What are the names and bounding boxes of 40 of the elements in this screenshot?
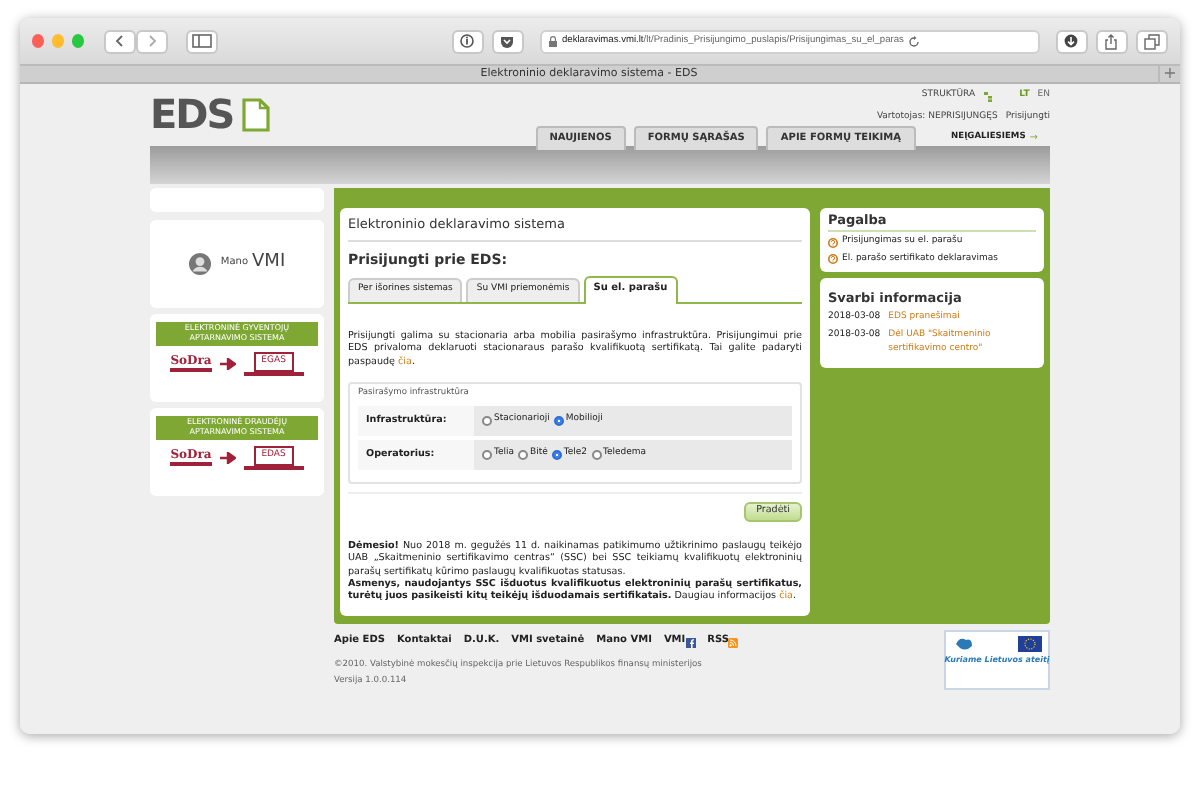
info-button[interactable] bbox=[451, 29, 484, 53]
laptop-base bbox=[243, 372, 304, 377]
tabs-button[interactable] bbox=[1135, 29, 1168, 53]
rss-icon[interactable] bbox=[728, 637, 739, 648]
back-button[interactable] bbox=[104, 29, 137, 53]
forward-button[interactable] bbox=[136, 29, 169, 53]
laptop-base bbox=[243, 466, 304, 471]
facebook-icon[interactable] bbox=[685, 637, 696, 648]
help-icon bbox=[828, 237, 838, 248]
chevron-left-icon bbox=[114, 34, 127, 48]
radio-button[interactable] bbox=[518, 449, 529, 460]
chevron-right-icon bbox=[146, 34, 159, 48]
sitemap-icon bbox=[983, 91, 992, 102]
pocket-button[interactable] bbox=[491, 29, 524, 53]
logo-text: EDS bbox=[150, 94, 234, 134]
zoom-button[interactable] bbox=[72, 34, 85, 48]
sidebar-button[interactable] bbox=[186, 29, 219, 53]
arrow-icon bbox=[219, 451, 236, 464]
eu-flag-icon bbox=[1018, 636, 1042, 653]
help-icon bbox=[828, 254, 838, 265]
radio-button[interactable] bbox=[591, 449, 602, 460]
share-icon bbox=[1104, 33, 1119, 49]
download-button[interactable] bbox=[1055, 29, 1088, 53]
radio-button[interactable] bbox=[482, 449, 492, 460]
lock-icon bbox=[547, 35, 558, 47]
reload-icon[interactable] bbox=[907, 35, 920, 47]
download-icon bbox=[1064, 34, 1079, 48]
user-icon bbox=[188, 252, 213, 276]
info-icon bbox=[460, 34, 475, 48]
arrow-icon bbox=[219, 357, 236, 370]
emblem-icon bbox=[952, 636, 976, 653]
document-icon bbox=[241, 97, 270, 131]
vmi-label: VMI bbox=[252, 250, 286, 277]
tabs-icon bbox=[1143, 33, 1160, 49]
close-button[interactable] bbox=[32, 34, 45, 48]
shield-icon bbox=[500, 35, 515, 47]
radio-button[interactable] bbox=[551, 449, 562, 460]
radio-button[interactable] bbox=[482, 415, 492, 426]
sidebar-icon bbox=[192, 34, 213, 48]
radio-button[interactable] bbox=[553, 415, 564, 426]
